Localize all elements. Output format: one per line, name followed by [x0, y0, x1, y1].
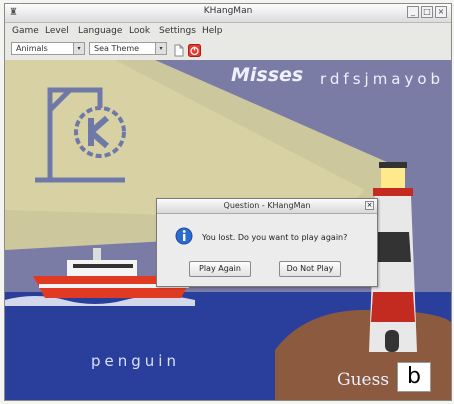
play-again-button[interactable]: Play Again: [189, 261, 251, 277]
menu-look[interactable]: Look: [129, 26, 150, 36]
menu-settings[interactable]: Settings: [159, 26, 196, 36]
theme-value: Sea Theme: [94, 44, 140, 53]
minimize-button[interactable]: _: [407, 6, 419, 18]
menu-help[interactable]: Help: [202, 26, 223, 36]
guess-label: Guess: [337, 370, 390, 390]
game-scene: Misses rdfsjmayob penguin Guess b Questi…: [5, 60, 451, 400]
info-icon: [175, 227, 193, 245]
title-bar[interactable]: ♜ KHangMan _ □ ×: [5, 4, 451, 23]
chevron-down-icon: ▾: [73, 43, 84, 54]
quit-button[interactable]: [188, 42, 201, 57]
maximize-icon: □: [423, 7, 431, 16]
misses-label: Misses: [231, 64, 304, 86]
hidden-word: penguin: [91, 352, 180, 370]
chevron-down-icon: ▾: [155, 43, 166, 54]
minimize-icon: _: [411, 7, 415, 16]
close-icon: ×: [366, 201, 373, 209]
guess-input[interactable]: b: [397, 362, 431, 392]
hangman-gallows-icon: [35, 87, 126, 183]
menu-level[interactable]: Level: [45, 26, 69, 36]
category-value: Animals: [16, 44, 48, 53]
missed-letters: rdfsjmayob: [320, 70, 445, 88]
do-not-play-button[interactable]: Do Not Play: [279, 261, 341, 277]
quit-icon: [188, 44, 201, 57]
theme-combo[interactable]: Sea Theme ▾: [89, 42, 167, 55]
dialog-title[interactable]: Question - KHangMan: [157, 199, 377, 214]
menu-language[interactable]: Language: [78, 26, 122, 36]
new-document-button[interactable]: [172, 42, 185, 57]
question-dialog: Question - KHangMan × You lost. Do you w…: [156, 198, 378, 287]
khangman-window: ♜ KHangMan _ □ × Game Level Language Loo…: [4, 3, 452, 401]
dialog-message: You lost. Do you want to play again?: [202, 233, 348, 242]
menu-bar: Game Level Language Look Settings Help: [5, 23, 451, 40]
maximize-button[interactable]: □: [421, 6, 433, 18]
menu-game[interactable]: Game: [12, 26, 39, 36]
close-button[interactable]: ×: [435, 6, 447, 18]
new-document-icon: [174, 44, 184, 57]
dialog-close-button[interactable]: ×: [365, 201, 374, 210]
close-icon: ×: [437, 7, 445, 16]
category-combo[interactable]: Animals ▾: [11, 42, 85, 55]
window-title: KHangMan: [203, 6, 253, 16]
toolbar: Animals ▾ Sea Theme ▾: [5, 40, 451, 58]
